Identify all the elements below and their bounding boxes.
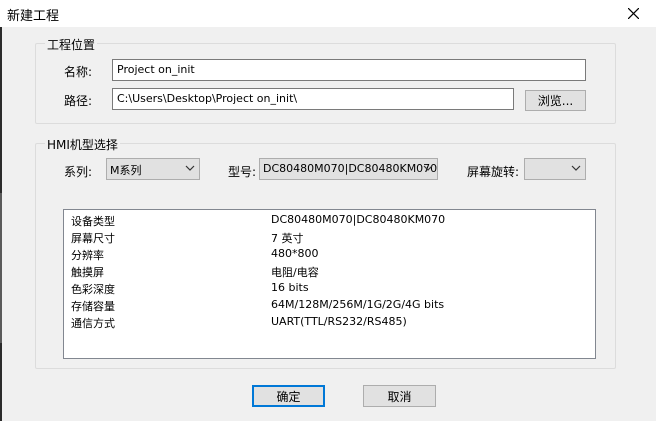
- spec-value: 64M/128M/256M/1G/2G/4G bits: [271, 298, 445, 311]
- series-value: M系列: [110, 164, 142, 177]
- background-window-edge: [0, 193, 2, 343]
- spec-key: 通信方式: [71, 317, 115, 330]
- chevron-down-icon: [423, 165, 433, 171]
- spec-key: 分辨率: [71, 249, 104, 262]
- spec-key: 色彩深度: [71, 283, 115, 296]
- rotation-select[interactable]: [524, 158, 586, 180]
- ok-label: 确定: [276, 389, 301, 404]
- model-label: 型号:: [228, 165, 257, 179]
- close-button[interactable]: [610, 0, 656, 27]
- spec-value: UART(TTL/RS232/RS485): [271, 315, 407, 328]
- name-label: 名称:: [64, 65, 93, 79]
- cancel-button[interactable]: 取消: [363, 385, 436, 407]
- project-name-field[interactable]: Project on_init: [112, 59, 586, 81]
- cancel-label: 取消: [387, 389, 412, 404]
- series-label: 系列:: [64, 165, 93, 179]
- group-title: HMI机型选择: [45, 136, 120, 153]
- new-project-dialog: 新建工程 工程位置 名称: Project on_init 路径: C:\Use…: [0, 0, 656, 421]
- spec-value: 7 英寸: [271, 232, 304, 245]
- device-spec-list[interactable]: 设备类型 DC80480M070|DC80480KM070 屏幕尺寸 7 英寸 …: [63, 209, 596, 359]
- window-title: 新建工程: [7, 9, 60, 24]
- series-select[interactable]: M系列: [106, 158, 200, 180]
- spec-key: 存储容量: [71, 300, 115, 313]
- spec-key: 触摸屏: [71, 266, 104, 279]
- rotation-label: 屏幕旋转:: [467, 165, 520, 179]
- path-label: 路径:: [64, 94, 93, 108]
- model-select[interactable]: DC80480M070|DC80480KM070: [259, 158, 438, 180]
- group-title: 工程位置: [45, 36, 98, 53]
- spec-value: 电阻/电容: [271, 266, 319, 279]
- close-icon: [627, 8, 639, 19]
- browse-label: 浏览...: [537, 94, 574, 108]
- chevron-down-icon: [185, 165, 195, 171]
- spec-value: 16 bits: [271, 281, 309, 294]
- ok-button[interactable]: 确定: [252, 385, 325, 407]
- spec-value: 480*800: [271, 247, 319, 260]
- spec-value: DC80480M070|DC80480KM070: [271, 213, 446, 226]
- project-path-field[interactable]: C:\Users\Desktop\Project on_init\: [112, 88, 514, 110]
- project-location-group: 工程位置: [35, 36, 616, 124]
- spec-key: 设备类型: [71, 215, 115, 228]
- chevron-down-icon: [571, 165, 581, 171]
- browse-button[interactable]: 浏览...: [525, 90, 586, 111]
- title-bar: 新建工程: [0, 0, 656, 27]
- model-value: DC80480M070|DC80480KM070: [263, 162, 438, 175]
- spec-key: 屏幕尺寸: [71, 232, 115, 245]
